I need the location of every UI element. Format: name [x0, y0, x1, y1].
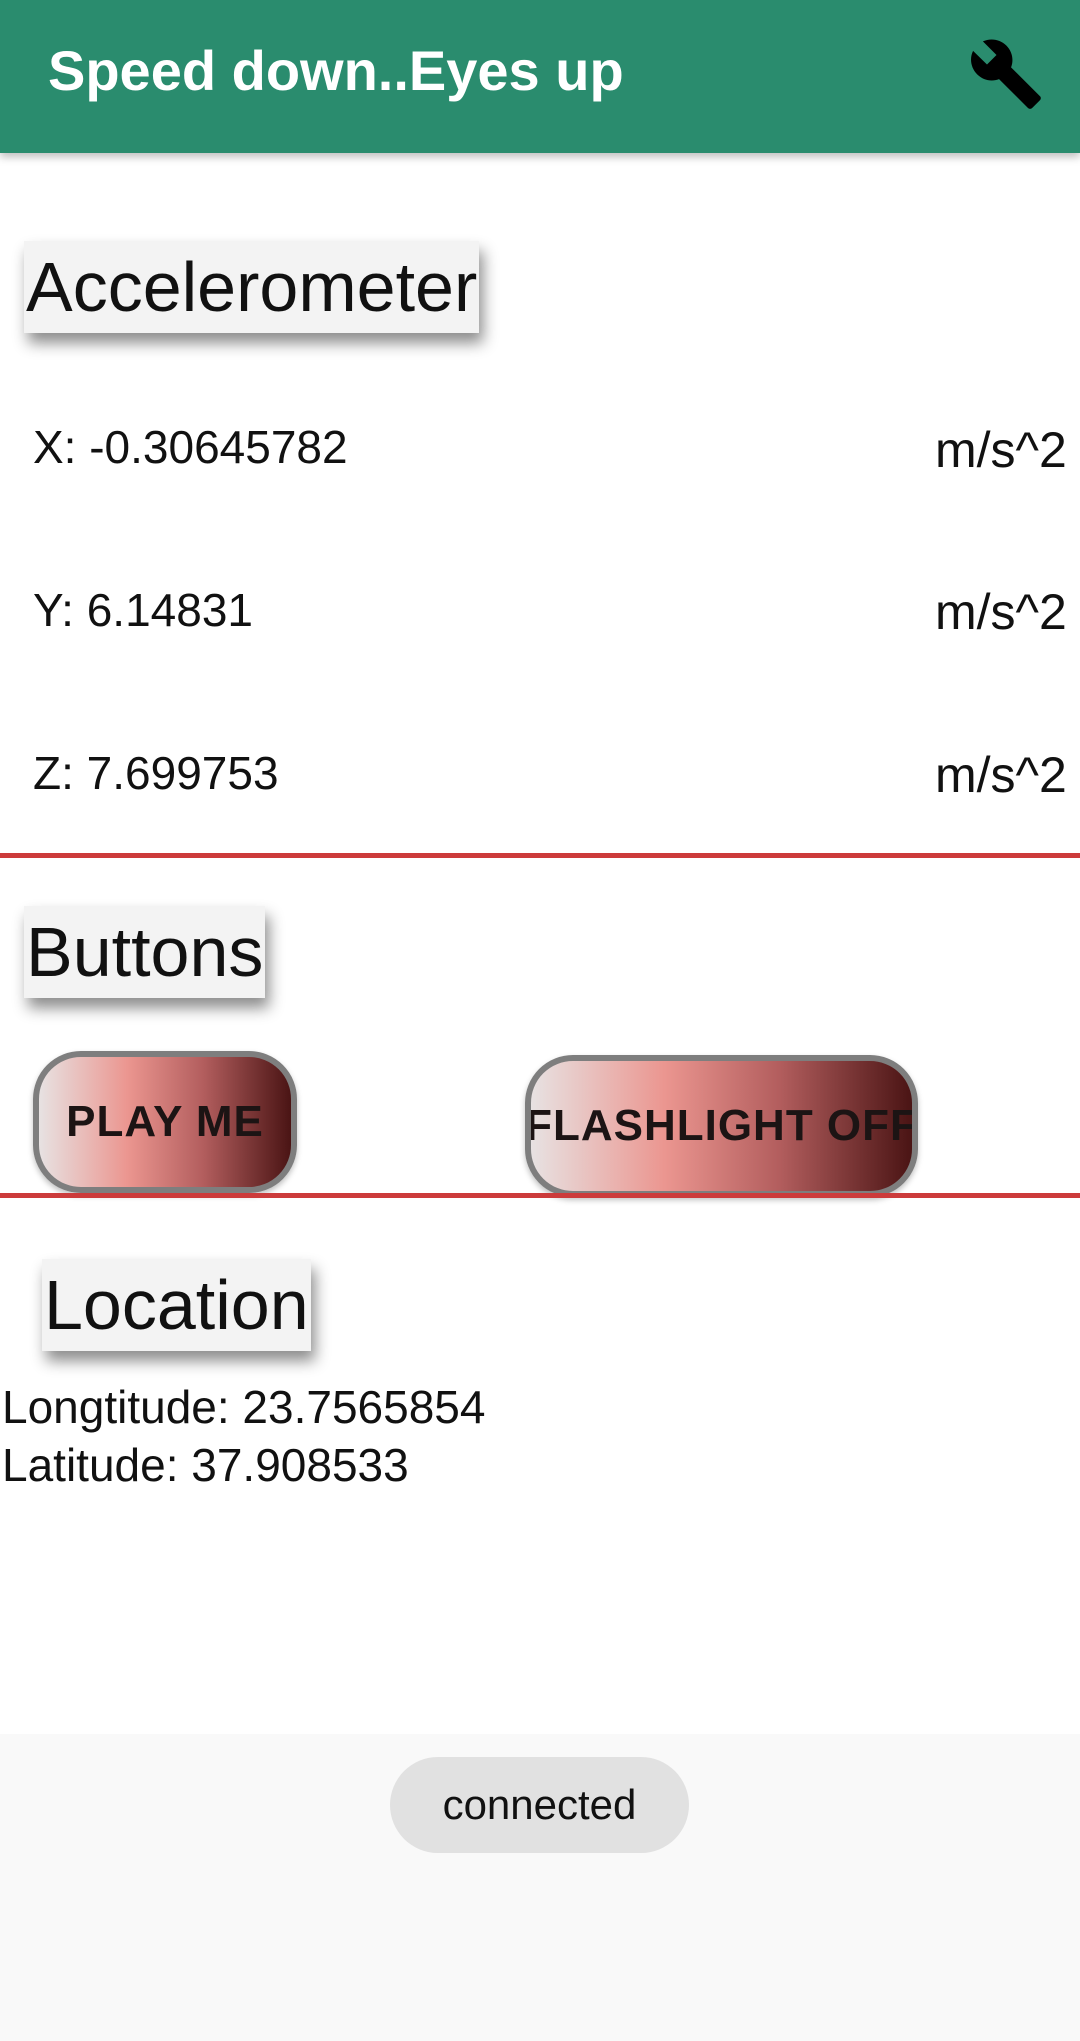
- section-divider: [0, 1193, 1080, 1198]
- section-divider: [0, 853, 1080, 858]
- accel-z-unit: m/s^2: [935, 747, 1067, 803]
- location-heading: Location: [42, 1259, 311, 1351]
- accel-x-unit: m/s^2: [935, 422, 1067, 478]
- wrench-icon[interactable]: [968, 36, 1044, 112]
- latitude-value: Latitude: 37.908533: [2, 1439, 409, 1491]
- accel-x-value: X: -0.30645782: [33, 421, 348, 473]
- accel-y-unit: m/s^2: [935, 584, 1067, 640]
- app-title: Speed down..Eyes up: [48, 39, 624, 102]
- buttons-heading: Buttons: [24, 906, 266, 998]
- accelerometer-heading: Accelerometer: [24, 241, 480, 333]
- accel-z-value: Z: 7.699753: [33, 747, 279, 799]
- play-me-button[interactable]: PLAY ME: [33, 1051, 297, 1193]
- app-bar: Speed down..Eyes up: [0, 0, 1080, 153]
- status-toast: connected: [390, 1757, 689, 1853]
- flashlight-button[interactable]: FLASHLIGHT OFF: [525, 1055, 918, 1197]
- longitude-value: Longtitude: 23.7565854: [2, 1381, 486, 1433]
- accel-y-value: Y: 6.14831: [33, 584, 253, 636]
